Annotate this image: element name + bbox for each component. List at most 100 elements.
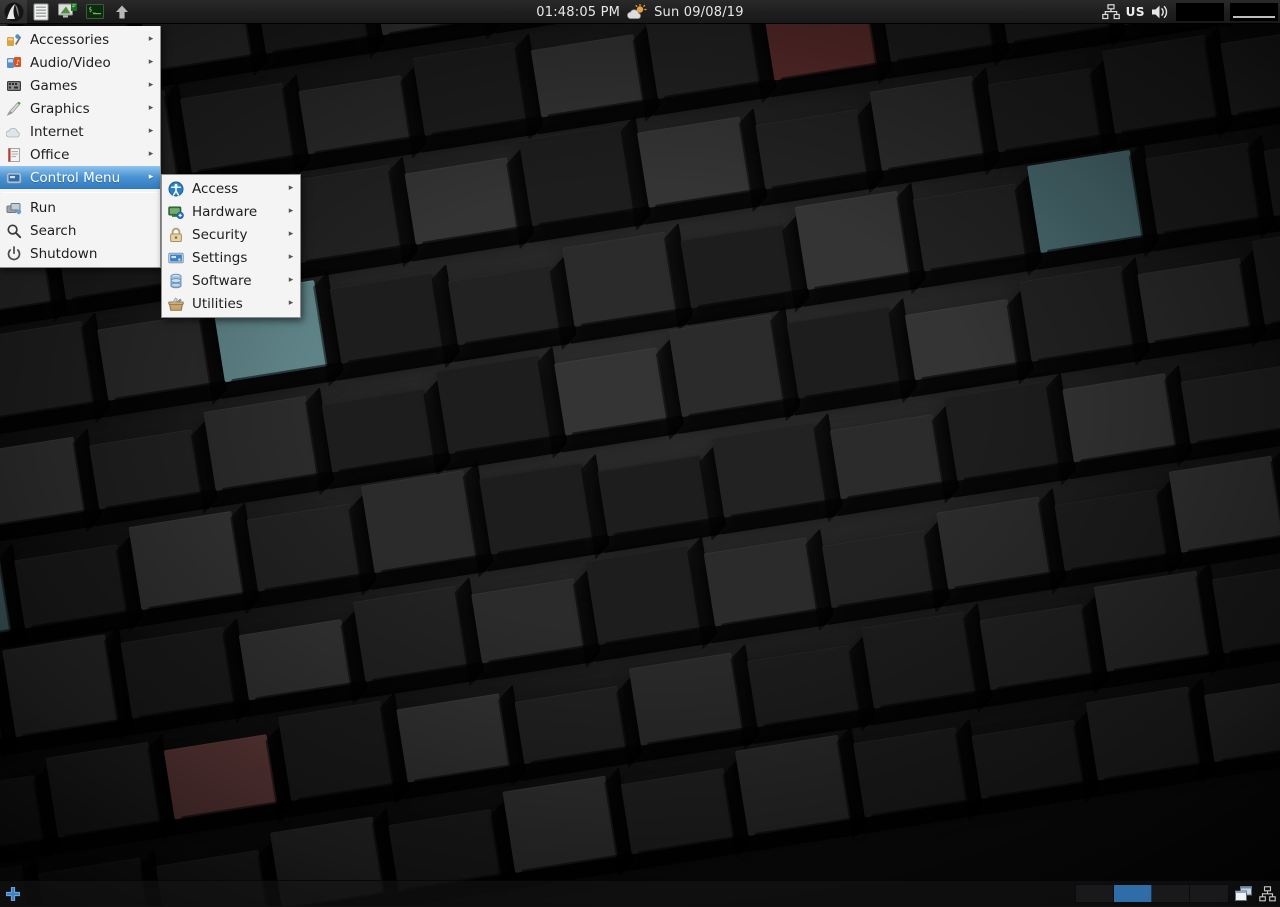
clock-time[interactable]: 01:48:05 PM xyxy=(536,5,620,20)
network-icon xyxy=(1102,4,1120,20)
menu-item-label: Graphics xyxy=(30,101,146,117)
run-icon xyxy=(5,199,23,217)
menu-item-audio-video[interactable]: ♪Audio/Video▸ xyxy=(0,51,160,74)
submenu-item-utilities[interactable]: Utilities▸ xyxy=(162,292,300,315)
menu-item-graphics[interactable]: Graphics▸ xyxy=(0,97,160,120)
office-icon xyxy=(5,146,23,164)
submenu-item-label: Settings xyxy=(192,250,286,266)
launcher-upload[interactable] xyxy=(108,0,135,24)
menu-action-label: Run xyxy=(30,200,146,216)
menu-item-label: Office xyxy=(30,147,146,163)
shutdown-icon xyxy=(5,245,23,263)
upload-arrow-icon xyxy=(113,3,131,21)
control-menu-icon xyxy=(5,169,23,187)
submenu-arrow-icon: ▸ xyxy=(286,276,296,285)
launcher-distro-logo[interactable] xyxy=(0,0,27,24)
launcher-bar: $_ xyxy=(0,0,135,24)
menu-item-label: Internet xyxy=(30,124,146,140)
tray-keyboard-layout[interactable]: US xyxy=(1126,0,1145,24)
submenu-arrow-icon: ▸ xyxy=(146,35,156,44)
submenu-arrow-icon: ▸ xyxy=(286,253,296,262)
submenu-arrow-icon: ▸ xyxy=(286,207,296,216)
top-panel: $_ 01:48:05 PM Sun 09/08/19 xyxy=(0,0,1280,24)
submenu-item-label: Access xyxy=(192,181,286,197)
volume-icon xyxy=(1151,4,1170,20)
tray-memory-graph[interactable] xyxy=(1230,3,1278,21)
menu-action-label: Search xyxy=(30,223,146,239)
workspace-cell-4[interactable] xyxy=(1190,885,1228,902)
submenu-item-hardware[interactable]: Hardware▸ xyxy=(162,200,300,223)
desktop[interactable] xyxy=(0,0,1280,906)
control-submenu-list: Access▸Hardware▸Security▸Settings▸Softwa… xyxy=(162,177,300,315)
menu-item-internet[interactable]: Internet▸ xyxy=(0,120,160,143)
svg-text:♪: ♪ xyxy=(16,59,20,67)
submenu-item-settings[interactable]: Settings▸ xyxy=(162,246,300,269)
display-settings-icon xyxy=(58,3,77,20)
submenu-arrow-icon: ▸ xyxy=(146,173,156,182)
launcher-terminal[interactable]: $_ xyxy=(81,0,108,24)
clock-area: 01:48:05 PM Sun 09/08/19 xyxy=(0,0,1280,24)
hardware-icon xyxy=(167,203,185,221)
menu-item-label: Games xyxy=(30,78,146,94)
distro-logo-icon xyxy=(4,2,24,22)
control-menu-submenu: Access▸Hardware▸Security▸Settings▸Softwa… xyxy=(161,174,301,318)
accessibility-icon xyxy=(167,180,185,198)
workspace-cell-2[interactable] xyxy=(1114,885,1152,902)
menu-action-shutdown[interactable]: Shutdown xyxy=(0,242,160,265)
menu-item-label: Accessories xyxy=(30,32,146,48)
menu-item-office[interactable]: Office▸ xyxy=(0,143,160,166)
application-root-menu: Accessories▸♪Audio/Video▸Games▸Graphics▸… xyxy=(0,26,161,268)
menu-item-accessories[interactable]: Accessories▸ xyxy=(0,28,160,51)
workspace-cell-3[interactable] xyxy=(1152,885,1190,902)
window-grid-button[interactable] xyxy=(1259,886,1276,902)
menu-action-run[interactable]: Run xyxy=(0,196,160,219)
submenu-item-label: Hardware xyxy=(192,204,286,220)
bottom-panel-right xyxy=(1075,881,1280,907)
memory-graph-line xyxy=(1233,16,1275,18)
submenu-item-security[interactable]: Security▸ xyxy=(162,223,300,246)
root-menu-action-list: Run Search Shutdown xyxy=(0,196,160,265)
wallpaper-cubes xyxy=(0,0,1280,906)
launcher-file-manager[interactable] xyxy=(27,0,54,24)
menu-item-label: Audio/Video xyxy=(30,55,146,71)
utilities-icon xyxy=(167,295,185,313)
clock-date[interactable]: Sun 09/08/19 xyxy=(654,5,744,20)
software-icon xyxy=(167,272,185,290)
lock-icon xyxy=(167,226,185,244)
menu-action-search[interactable]: Search xyxy=(0,219,160,242)
bottom-panel xyxy=(0,880,1280,906)
tray-network[interactable] xyxy=(1102,0,1120,24)
submenu-arrow-icon: ▸ xyxy=(146,104,156,113)
submenu-item-label: Utilities xyxy=(192,296,286,312)
add-launcher-button[interactable] xyxy=(0,881,26,907)
workspace-pager xyxy=(1075,884,1229,903)
submenu-arrow-icon: ▸ xyxy=(286,230,296,239)
submenu-item-label: Software xyxy=(192,273,286,289)
graphics-icon xyxy=(5,100,23,118)
submenu-arrow-icon: ▸ xyxy=(146,150,156,159)
window-task-list[interactable] xyxy=(26,881,1075,907)
tray-cpu-graph[interactable] xyxy=(1176,3,1224,21)
show-desktop-button[interactable] xyxy=(1234,885,1254,903)
terminal-icon: $_ xyxy=(86,4,104,19)
submenu-arrow-icon: ▸ xyxy=(146,81,156,90)
submenu-item-software[interactable]: Software▸ xyxy=(162,269,300,292)
tray-volume[interactable] xyxy=(1151,0,1170,24)
submenu-item-label: Security xyxy=(192,227,286,243)
menu-item-games[interactable]: Games▸ xyxy=(0,74,160,97)
audio-video-icon: ♪ xyxy=(5,54,23,72)
system-tray: US xyxy=(1102,0,1280,24)
launcher-display-settings[interactable] xyxy=(54,0,81,24)
submenu-item-access[interactable]: Access▸ xyxy=(162,177,300,200)
accessories-icon xyxy=(5,31,23,49)
window-grid-icon xyxy=(1259,886,1276,902)
menu-item-control-menu[interactable]: Control Menu▸ xyxy=(0,166,160,189)
svg-text:$_: $_ xyxy=(88,7,96,14)
search-icon xyxy=(5,222,23,240)
menu-action-label: Shutdown xyxy=(30,246,146,262)
sun-behind-cloud-icon xyxy=(627,4,647,21)
root-menu-category-list: Accessories▸♪Audio/Video▸Games▸Graphics▸… xyxy=(0,28,160,189)
show-desktop-icon xyxy=(1234,885,1254,903)
workspace-cell-1[interactable] xyxy=(1076,885,1114,902)
menu-separator xyxy=(2,192,158,193)
